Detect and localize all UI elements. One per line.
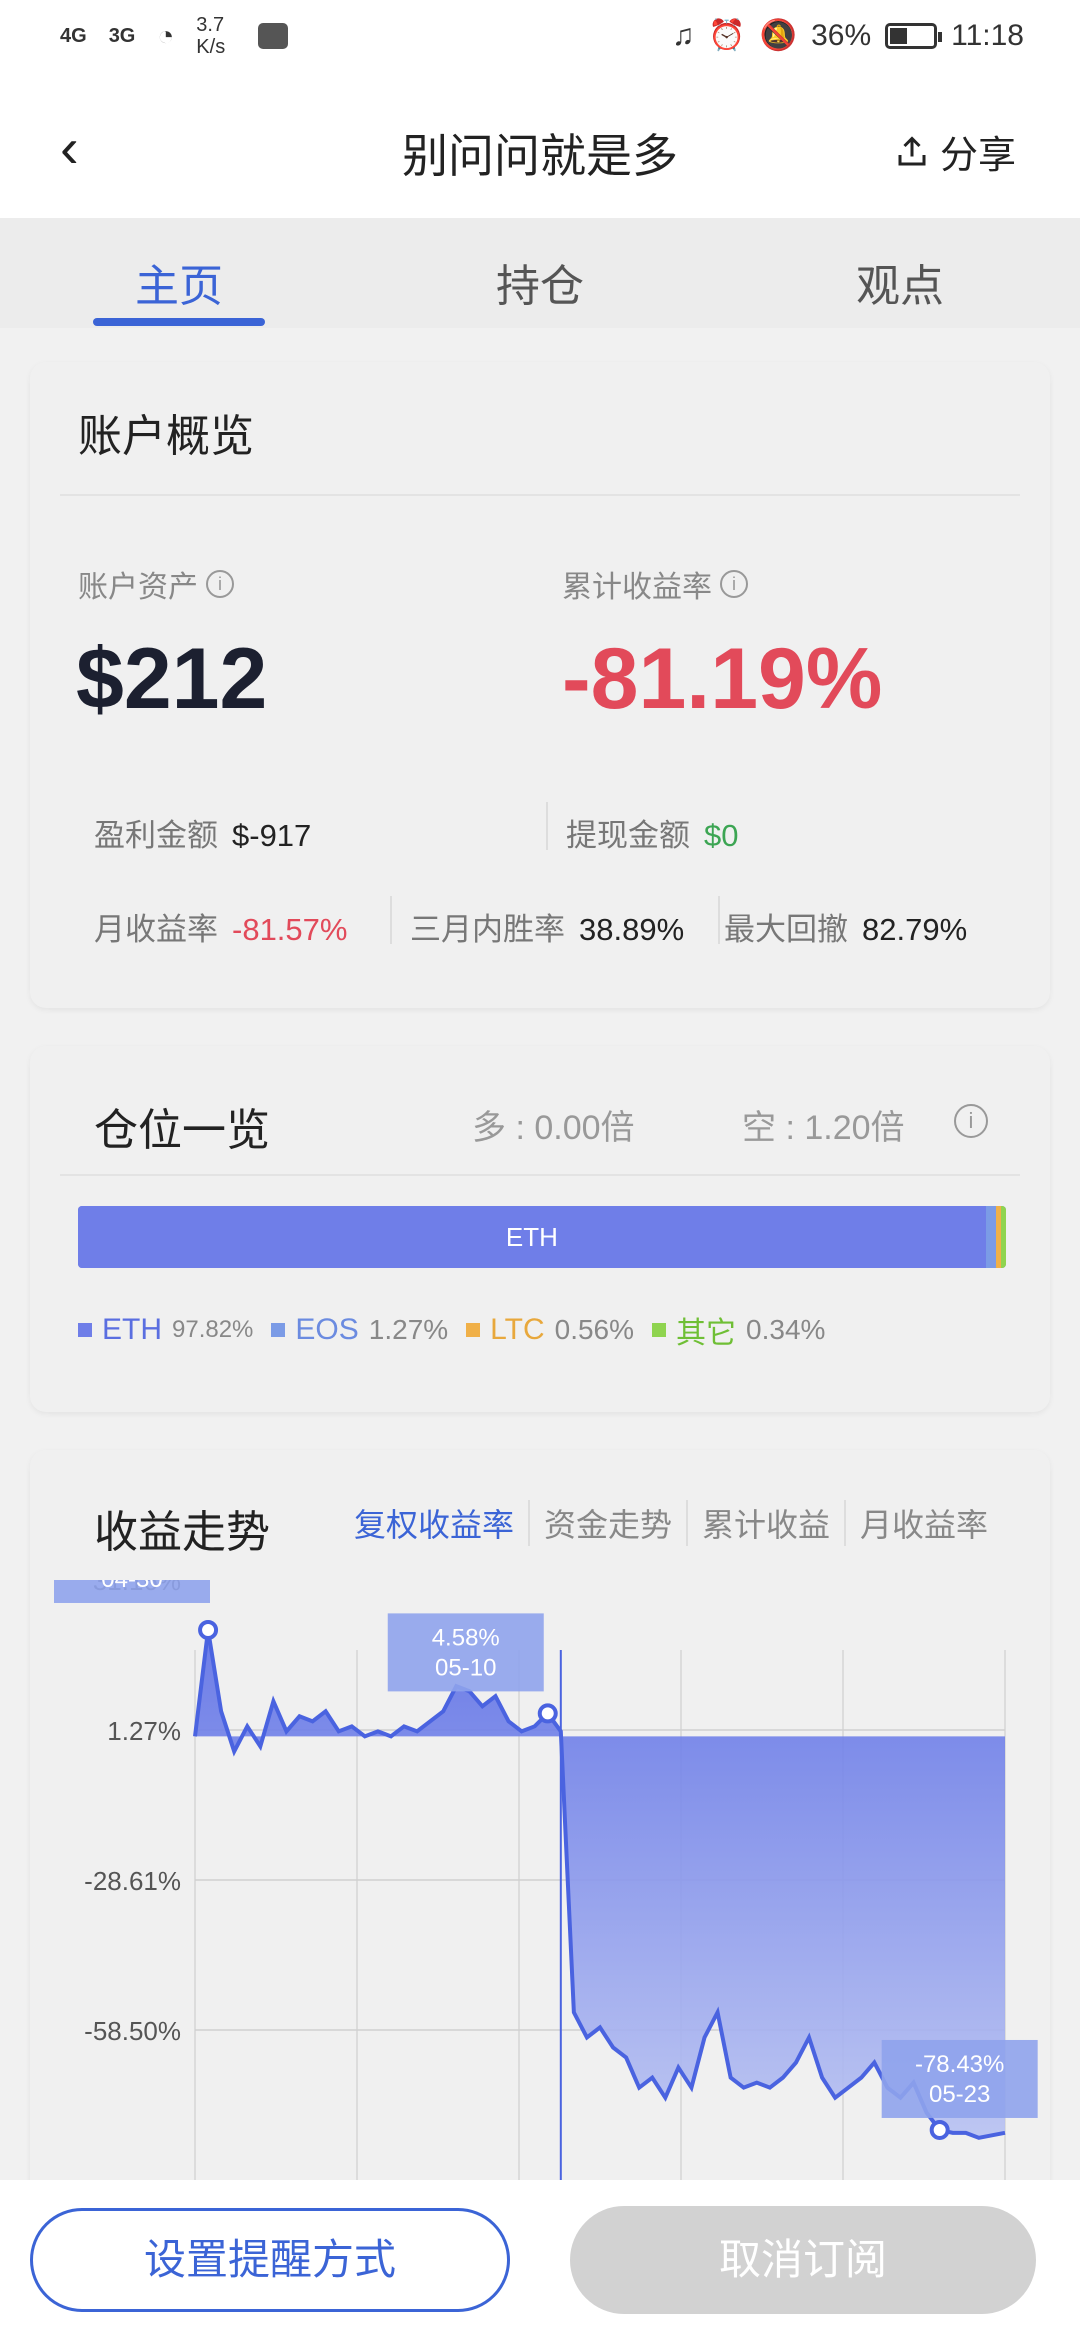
positions-legend: ETH 97.82% EOS 1.27% LTC 0.56% 其它 0.34% xyxy=(78,1308,825,1352)
trend-tab-compound[interactable]: 复权收益率 xyxy=(340,1500,528,1546)
callout-date: 05-23 xyxy=(929,2081,990,2108)
winrate-label: 三月内胜率 xyxy=(410,912,565,947)
trend-tabs: 复权收益率 资金走势 累计收益 月收益率 xyxy=(340,1500,1002,1546)
return-label-row: 累计收益率 i xyxy=(562,562,748,606)
tab-home[interactable]: 主页 xyxy=(89,250,269,314)
legend-swatch xyxy=(652,1323,667,1337)
short-leverage: 空 : 1.20倍 xyxy=(742,1109,905,1147)
long-leverage: 多 : 0.00倍 xyxy=(472,1109,635,1147)
return-label: 累计收益率 xyxy=(562,571,712,604)
status-bar: 4G 3G ◔ 3.7 K/s ♫ ⏰ 🔕 36% 11:18 xyxy=(0,0,1080,80)
position-bar-eos xyxy=(985,1206,996,1268)
y-tick-label: -58.50% xyxy=(84,2016,181,2046)
data-point-marker xyxy=(537,1703,558,1724)
asset-value: $212 xyxy=(76,631,268,727)
drawdown-label: 最大回撤 xyxy=(724,912,848,947)
signal-4g-icon: 4G xyxy=(60,24,87,47)
tab-holdings[interactable]: 持仓 xyxy=(450,250,630,314)
legend-item-other: 其它 0.34% xyxy=(652,1308,825,1352)
legend-item-eos: EOS 1.27% xyxy=(271,1313,448,1347)
winrate-value: 38.89% xyxy=(579,912,685,947)
account-overview-card: 账户概览 账户资产 i 累计收益率 i $212 -81.19% 盈利金额 $-9… xyxy=(30,362,1050,1008)
positions-card: 仓位一览 多 : 0.00倍 空 : 1.20倍 i ETH ETH 97.82%… xyxy=(30,1046,1050,1412)
divider xyxy=(546,802,548,850)
callout-date: 04-30 xyxy=(101,1580,162,1593)
app-header: ‹ 别问问就是多 分享 xyxy=(0,80,1080,218)
trend-tab-cumulative[interactable]: 累计收益 xyxy=(686,1500,844,1546)
wifi-icon: ◔ xyxy=(157,20,175,51)
withdraw-row: 提现金额 $0 xyxy=(566,810,738,855)
share-button[interactable]: 分享 xyxy=(894,124,1016,179)
trend-tab-funds[interactable]: 资金走势 xyxy=(528,1500,686,1546)
asset-label-row: 账户资产 i xyxy=(78,562,234,606)
divider xyxy=(60,494,1020,496)
data-point-marker xyxy=(198,1619,219,1640)
set-reminder-button[interactable]: 设置提醒方式 xyxy=(30,2208,510,2312)
info-icon[interactable]: i xyxy=(954,1104,988,1138)
monthly-row: 月收益率 -81.57% xyxy=(94,904,347,949)
divider xyxy=(60,1174,1020,1176)
position-bar-other xyxy=(1001,1206,1006,1268)
info-icon[interactable]: i xyxy=(720,570,748,598)
y-tick-label: -28.61% xyxy=(84,1866,181,1896)
signal-3g-icon: 3G xyxy=(108,24,136,47)
alarm-icon: ⏰ xyxy=(708,19,746,52)
positions-title: 仓位一览 xyxy=(94,1106,270,1155)
tab-bar: 主页 持仓 观点 xyxy=(0,218,1080,328)
data-point-marker xyxy=(929,2119,950,2140)
winrate-row: 三月内胜率 38.89% xyxy=(410,904,684,949)
overview-title: 账户概览 xyxy=(78,412,254,461)
active-tab-indicator xyxy=(93,318,265,326)
legend-item-eth: ETH 97.82% xyxy=(78,1313,253,1347)
profit-label: 盈利金额 xyxy=(94,818,218,853)
drawdown-value: 82.79% xyxy=(862,912,968,947)
divider xyxy=(718,896,720,944)
legend-swatch xyxy=(466,1323,481,1337)
unsubscribe-button[interactable]: 取消订阅 xyxy=(570,2206,1036,2314)
clock: 11:18 xyxy=(951,18,1024,52)
withdraw-label: 提现金额 xyxy=(566,818,690,853)
asset-label: 账户资产 xyxy=(78,571,198,604)
monthly-value: -81.57% xyxy=(232,912,348,947)
bottom-bar: 设置提醒方式 取消订阅 xyxy=(0,2180,1080,2340)
share-label: 分享 xyxy=(939,135,1016,177)
withdraw-value: $0 xyxy=(704,818,739,853)
y-tick-label: 1.27% xyxy=(107,1716,181,1746)
profit-row: 盈利金额 $-917 xyxy=(94,810,311,855)
callout-value: 4.58% xyxy=(432,1624,500,1651)
position-bar-eth: ETH xyxy=(78,1206,986,1268)
callout-date: 05-10 xyxy=(435,1654,496,1681)
trend-title: 收益走势 xyxy=(94,1508,270,1557)
battery-percent: 36% xyxy=(811,18,872,52)
net-speed: 3.7 K/s xyxy=(196,14,226,58)
return-value: -81.19% xyxy=(562,631,883,727)
share-icon xyxy=(898,135,926,165)
position-bar[interactable]: ETH xyxy=(78,1206,1006,1268)
headphone-icon: ♫ xyxy=(671,18,695,52)
app-icon xyxy=(258,23,289,49)
profit-value: $-917 xyxy=(232,818,312,853)
drawdown-row: 最大回撤 82.79% xyxy=(724,904,967,949)
return-trend-chart[interactable]: 31.16%1.27%-28.61%-58.50%21.20%04-304.58… xyxy=(30,1580,1050,2180)
callout-value: -78.43% xyxy=(915,2051,1004,2078)
mute-icon: 🔕 xyxy=(759,19,798,52)
battery-icon xyxy=(885,22,943,49)
legend-item-ltc: LTC 0.56% xyxy=(466,1313,634,1347)
info-icon[interactable]: i xyxy=(206,570,234,598)
monthly-label: 月收益率 xyxy=(94,912,218,947)
divider xyxy=(390,896,392,944)
trend-tab-monthly[interactable]: 月收益率 xyxy=(844,1500,1002,1546)
legend-swatch xyxy=(78,1323,92,1337)
tab-opinions[interactable]: 观点 xyxy=(810,250,990,314)
legend-swatch xyxy=(271,1323,286,1337)
